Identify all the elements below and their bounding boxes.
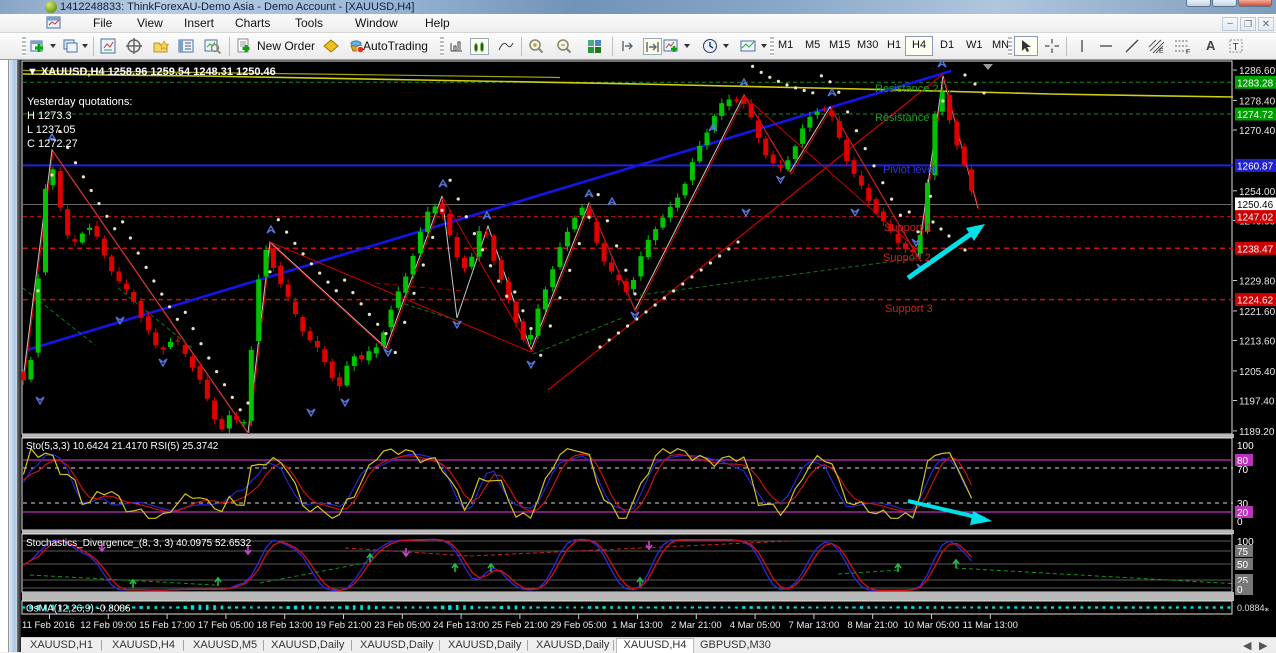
svg-text:29 Feb 05:00: 29 Feb 05:00 [551,620,607,631]
svg-text:11 Mar 13:00: 11 Mar 13:00 [963,620,1018,631]
svg-text:L 1237.05: L 1237.05 [27,124,76,136]
svg-text:Yesterday quotations:: Yesterday quotations: [27,96,132,108]
svg-text:1274.72: 1274.72 [1237,110,1274,121]
svg-text:1229.80: 1229.80 [1239,277,1276,288]
svg-text:Support 2: Support 2 [883,252,931,264]
svg-text:10 Mar 05:00: 10 Mar 05:00 [904,620,960,631]
svg-text:1247.02: 1247.02 [1237,213,1274,224]
svg-text:1213.60: 1213.60 [1239,337,1276,348]
svg-text:18 Feb 13:00: 18 Feb 13:00 [257,620,313,631]
svg-text:15 Feb 17:00: 15 Feb 17:00 [139,620,195,631]
svg-text:1286.60: 1286.60 [1239,66,1276,77]
svg-text:1205.40: 1205.40 [1239,367,1276,378]
svg-text:100: 100 [1237,441,1254,452]
svg-text:0: 0 [1237,585,1243,596]
svg-text:1270.40: 1270.40 [1239,126,1276,137]
svg-text:2 Mar 21:00: 2 Mar 21:00 [671,620,722,631]
svg-text:T: T [1233,42,1239,53]
svg-text:Resistance 2: Resistance 2 [875,83,939,95]
svg-text:1238.47: 1238.47 [1237,244,1274,255]
svg-text:F: F [1186,49,1190,55]
svg-text:1250.46: 1250.46 [1237,200,1274,211]
svg-text:1278.40: 1278.40 [1239,96,1276,107]
svg-text:23 Feb 05:00: 23 Feb 05:00 [374,620,430,631]
svg-text:Sto(5,3,3) 10.6424 21.4170 RS: Sto(5,3,3) 10.6424 21.4170 RSI(5) 25.374… [26,441,219,452]
svg-text:Piviot level: Piviot level [883,164,936,176]
svg-text:8 Mar 21:00: 8 Mar 21:00 [847,620,898,631]
svg-text:17 Feb 05:00: 17 Feb 05:00 [198,620,254,631]
svg-text:12 Feb 09:00: 12 Feb 09:00 [80,620,136,631]
svg-text:1260.87: 1260.87 [1237,161,1274,172]
svg-text:Support 1: Support 1 [884,222,932,234]
svg-text:OsMA(12,26,9) -0.8086: OsMA(12,26,9) -0.8086 [26,604,131,615]
svg-text:19 Feb 21:00: 19 Feb 21:00 [316,620,372,631]
svg-text:1224.62: 1224.62 [1237,296,1274,307]
svg-text:7 Mar 13:00: 7 Mar 13:00 [789,620,840,631]
svg-text:H 1273.3: H 1273.3 [27,110,72,122]
svg-text:C 1272.27: C 1272.27 [27,138,78,150]
svg-text:11 Feb 2016: 11 Feb 2016 [22,620,75,631]
svg-text:75: 75 [1237,547,1249,558]
svg-text:▼ XAUUSD,H4 1258.96 1259.54 1: ▼ XAUUSD,H4 1258.96 1259.54 1248.31 1250… [27,66,276,78]
svg-text:70: 70 [1237,465,1249,476]
svg-text:Stochastics_Divergence_(8, 3,: Stochastics_Divergence_(8, 3, 3) 40.0975… [26,538,252,549]
svg-text:Support 3: Support 3 [885,303,933,315]
svg-text:E: E [1159,48,1164,55]
svg-text:1189.20: 1189.20 [1239,427,1275,438]
svg-text:1221.60: 1221.60 [1239,307,1276,318]
svg-text:4 Mar 05:00: 4 Mar 05:00 [730,620,781,631]
svg-text:0: 0 [1237,517,1243,528]
svg-text:25 Feb 21:00: 25 Feb 21:00 [492,620,548,631]
svg-text:1283.28: 1283.28 [1237,78,1274,89]
svg-text:1197.40: 1197.40 [1239,397,1275,408]
svg-text:1 Mar 13:00: 1 Mar 13:00 [612,620,663,631]
svg-text:24 Feb 13:00: 24 Feb 13:00 [433,620,489,631]
svg-text:0.0884⁎: 0.0884⁎ [1237,603,1270,613]
svg-text:Resistance 1: Resistance 1 [875,112,939,124]
svg-text:50: 50 [1237,560,1249,571]
svg-text:1254.00: 1254.00 [1239,187,1276,198]
